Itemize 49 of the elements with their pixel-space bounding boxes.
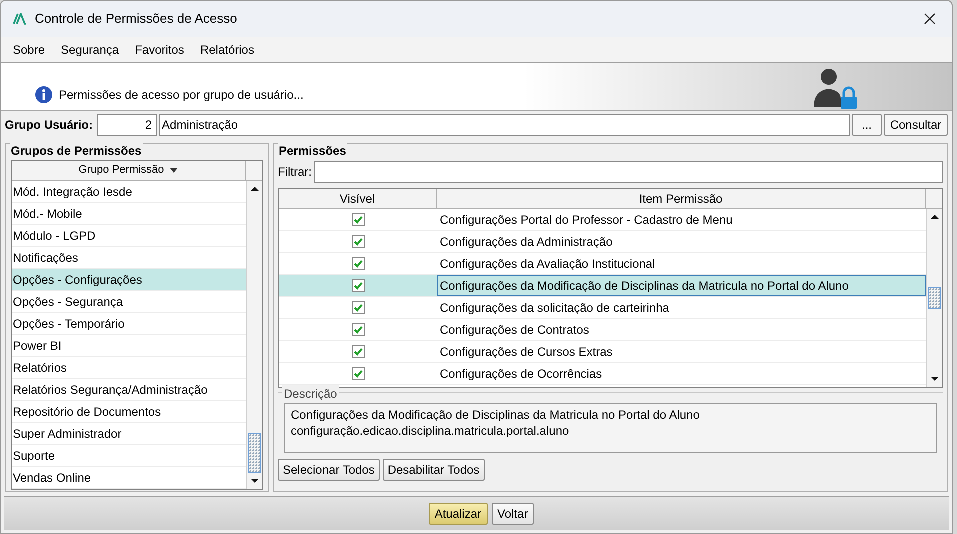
table-cell: Configurações da Modificação de Disciplinas da Matricula no Portal do Aluno (437, 275, 926, 296)
menu-item[interactable]: Sobre (13, 40, 46, 58)
table-cell-text: Configurações da solicitação de carteirinha (439, 300, 670, 317)
scrollbar[interactable] (246, 181, 262, 489)
info-icon (35, 86, 53, 104)
list-item[interactable]: Opções - Configurações (12, 269, 246, 291)
checkbox[interactable] (352, 323, 364, 336)
column-header[interactable]: Grupo Permissão (12, 161, 246, 180)
section-title: Descrição (282, 385, 340, 403)
search-button[interactable]: Consultar (884, 114, 948, 136)
checkbox[interactable] (352, 213, 364, 226)
table-cell-text: Configurações Portal do Professor - Cadastro de Menu (439, 212, 734, 229)
column-header[interactable]: Visível (279, 189, 437, 208)
close-icon[interactable] (924, 13, 936, 25)
window-title: Controle de Permissões de Acesso (35, 10, 238, 28)
menu-item[interactable]: Favoritos (135, 40, 184, 58)
action-button[interactable]: Voltar (492, 502, 534, 524)
checkbox[interactable] (352, 301, 364, 314)
table-cell-text: Configurações de Cursos Extras (439, 344, 614, 361)
checkbox[interactable] (352, 279, 364, 292)
field-label: Grupo Usuário: (5, 117, 94, 134)
filter-field[interactable] (314, 161, 943, 183)
panel-title: Grupos de Permissões (10, 142, 143, 160)
checkbox[interactable] (352, 235, 364, 248)
checkbox[interactable] (352, 257, 364, 270)
action-button[interactable]: Selecionar Todos (278, 459, 380, 481)
scrollbar[interactable] (926, 209, 942, 387)
browse-button[interactable]: ... (852, 114, 882, 136)
table-cell-text: Configurações da Avaliação Institucional (439, 256, 656, 273)
group-code-field[interactable]: 2 (97, 114, 158, 136)
action-button[interactable]: Atualizar (428, 502, 488, 524)
action-button[interactable]: Desabilitar Todos (382, 459, 485, 481)
menu-item[interactable]: Segurança (61, 40, 120, 58)
table-cell-text: Configurações de Contratos (439, 322, 590, 339)
description-line: configuração.edicao.disciplina.matricula.portal.aluno (291, 423, 570, 439)
sort-down-icon (170, 168, 178, 173)
checkbox[interactable] (352, 367, 364, 380)
scroll-thumb[interactable] (248, 433, 261, 473)
scroll-thumb[interactable] (928, 287, 941, 309)
checkbox[interactable] (352, 345, 364, 358)
column-header[interactable]: Item Permissão (437, 189, 926, 208)
field-label: Filtrar: (278, 164, 312, 181)
menu-item[interactable]: Relatórios (200, 40, 254, 58)
group-name-field[interactable]: Administração (159, 114, 850, 136)
table-cell-text: Configurações da Administração (439, 234, 614, 251)
header-message: Permissões de acesso por grupo de usuário... (59, 87, 304, 104)
table-cell-text: Configurações de Ocorrências (439, 366, 604, 383)
description-line: Configurações da Modificação de Disciplinas da Matricula no Portal do Aluno (291, 407, 701, 423)
logo-icon (13, 13, 27, 25)
